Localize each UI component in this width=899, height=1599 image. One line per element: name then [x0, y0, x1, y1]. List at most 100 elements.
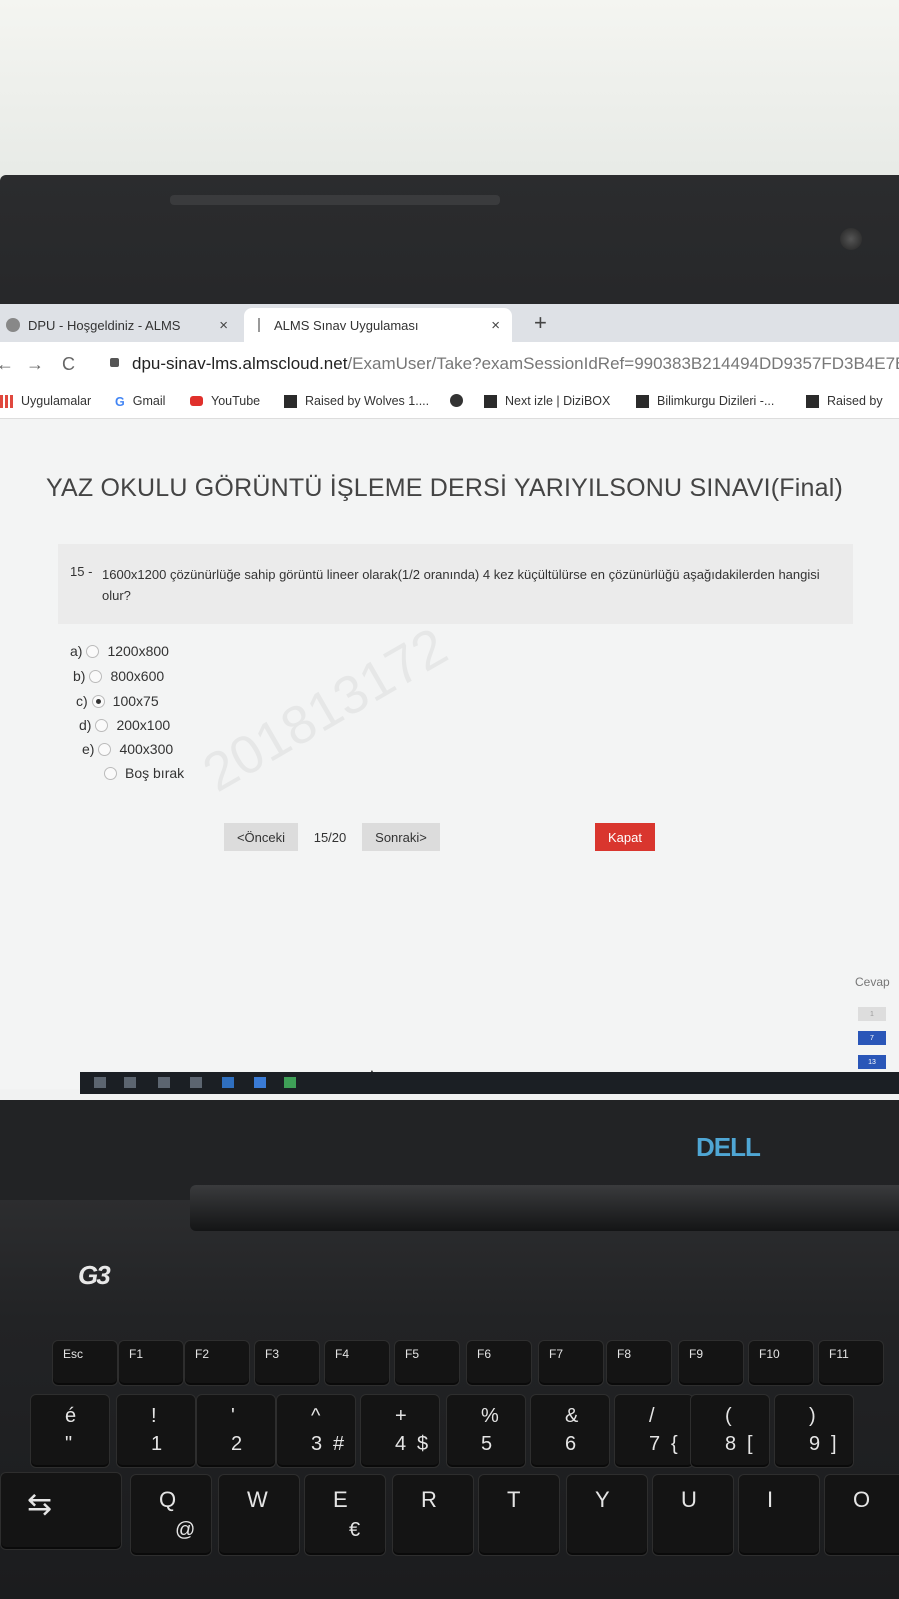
forward-icon[interactable]: → [26, 354, 44, 375]
key-f10[interactable]: F10 [748, 1340, 814, 1386]
key-y[interactable]: Y [566, 1474, 648, 1556]
bookmark-globe[interactable] [450, 394, 471, 407]
key-1[interactable]: ! 1 [116, 1394, 196, 1468]
key-w[interactable]: W [218, 1474, 300, 1556]
edge-icon[interactable] [222, 1077, 234, 1088]
key-tab[interactable]: ⇆ [0, 1472, 122, 1550]
option-text: 200x100 [116, 717, 171, 733]
key-f7[interactable]: F7 [538, 1340, 604, 1386]
option-letter: b) [73, 668, 86, 684]
url-field[interactable]: dpu-sinav-lms.almscloud.net/ExamUser/Tak… [132, 354, 899, 374]
key-label: F9 [689, 1347, 704, 1361]
key-esc[interactable]: Esc [52, 1340, 118, 1386]
key-f6[interactable]: F6 [466, 1340, 532, 1386]
key-f9[interactable]: F9 [678, 1340, 744, 1386]
radio-button[interactable] [95, 718, 109, 732]
url-path: /ExamUser/Take?examSessionIdRef=990383B2… [347, 354, 899, 373]
option-c[interactable]: c) 100x75 [76, 693, 159, 709]
key-f4[interactable]: F4 [324, 1340, 390, 1386]
key-q[interactable]: Q @ [130, 1474, 212, 1556]
key-6[interactable]: & 6 [530, 1394, 610, 1468]
tab-label: DPU - Hoşgeldiniz - ALMS [28, 317, 181, 333]
bookmark-bilimkurgu[interactable]: Bilimkurgu Dizileri -... [636, 394, 774, 408]
search-icon[interactable] [124, 1077, 136, 1088]
key-2[interactable]: ' 2 [196, 1394, 276, 1468]
key-4[interactable]: +4 $ [360, 1394, 440, 1468]
back-icon[interactable]: ← [0, 354, 14, 375]
key-o[interactable]: O [824, 1474, 899, 1556]
key-label: F6 [477, 1347, 492, 1361]
key-3[interactable]: ^ 3 # [276, 1394, 356, 1468]
key-label: F2 [195, 1347, 210, 1361]
previous-button[interactable]: <Önceki [224, 823, 298, 851]
option-d[interactable]: d) 200x100 [79, 717, 170, 733]
file-explorer-icon[interactable] [190, 1077, 202, 1088]
key-f5[interactable]: F5 [394, 1340, 460, 1386]
key-label: ( [725, 1405, 732, 1427]
key-label: F4 [335, 1347, 350, 1361]
key-u[interactable]: U [652, 1474, 734, 1556]
option-e[interactable]: e) 400x300 [82, 741, 173, 757]
option-b[interactable]: b) 800x600 [73, 668, 164, 684]
bookmark-next-izle[interactable]: Next izle | DiziBOX [484, 394, 610, 408]
key-label: U [681, 1487, 697, 1512]
store-icon[interactable] [254, 1077, 266, 1088]
reload-icon[interactable]: C [62, 354, 75, 375]
key-label: & [565, 1405, 579, 1427]
key-"[interactable]: é " [30, 1394, 110, 1468]
key-5[interactable]: % 5 [446, 1394, 526, 1468]
chrome-icon[interactable] [284, 1077, 296, 1088]
bookmark-raised-by-wolves[interactable]: Raised by Wolves 1.... [284, 394, 429, 408]
key-8[interactable]: (8 [ [690, 1394, 770, 1468]
radio-button[interactable] [86, 644, 100, 658]
tv-icon [806, 394, 819, 408]
bookmark-raised-by[interactable]: Raised by [806, 394, 883, 408]
key-label: F5 [405, 1347, 420, 1361]
option-a[interactable]: a) 1200x800 [70, 643, 169, 659]
windows-taskbar [80, 1072, 899, 1094]
key-t[interactable]: T [478, 1474, 560, 1556]
answer-cell[interactable]: 7 [858, 1031, 886, 1045]
key-label: 3 [311, 1433, 323, 1455]
key-9[interactable]: ) 9] [774, 1394, 854, 1468]
question-number: 15 - [70, 564, 93, 579]
key-i[interactable]: I [738, 1474, 820, 1556]
bookmark-apps[interactable]: Uygulamalar [0, 394, 91, 408]
radio-button[interactable] [89, 669, 103, 683]
tab-exam[interactable]: ALMS Sınav Uygulaması × [244, 308, 512, 342]
key-e[interactable]: E € [304, 1474, 386, 1556]
answer-cell[interactable]: 13 [858, 1055, 886, 1069]
option-blank[interactable]: Boş bırak [100, 765, 184, 781]
webcam [840, 228, 862, 250]
answer-panel-label: Cevap [855, 975, 890, 989]
radio-button[interactable] [98, 742, 112, 756]
next-button[interactable]: Sonraki> [362, 823, 440, 851]
windows-start-icon[interactable] [94, 1077, 106, 1088]
key-f1[interactable]: F1 [118, 1340, 184, 1386]
new-tab-button[interactable]: + [534, 310, 547, 336]
tab-dpu[interactable]: DPU - Hoşgeldiniz - ALMS × [0, 308, 240, 342]
bookmark-label: Bilimkurgu Dizileri -... [657, 394, 775, 408]
bookmark-gmail[interactable]: G Gmail [115, 394, 165, 409]
page-indicator: 15/20 [313, 829, 347, 845]
browser-tab-bar: DPU - Hoşgeldiniz - ALMS × ALMS Sınav Uy… [0, 304, 899, 342]
key-7[interactable]: / 7 { [614, 1394, 694, 1468]
key-f3[interactable]: F3 [254, 1340, 320, 1386]
globe-icon [450, 394, 463, 407]
radio-button[interactable] [104, 766, 117, 780]
key-f2[interactable]: F2 [184, 1340, 250, 1386]
bookmark-youtube[interactable]: YouTube [190, 394, 260, 408]
key-label: R [421, 1487, 437, 1512]
close-exam-button[interactable]: Kapat [595, 823, 655, 851]
key-label: Esc [63, 1347, 84, 1361]
task-view-icon[interactable] [158, 1077, 170, 1088]
key-f8[interactable]: F8 [606, 1340, 672, 1386]
key-f11[interactable]: F11 [818, 1340, 884, 1386]
key-label: [ [747, 1433, 753, 1455]
radio-button-selected[interactable] [91, 694, 105, 708]
close-icon[interactable]: × [491, 317, 500, 334]
close-icon[interactable]: × [219, 317, 228, 334]
exam-title: YAZ OKULU GÖRÜNTÜ İŞLEME DERSİ YARIYILSO… [46, 474, 844, 502]
key-r[interactable]: R [392, 1474, 474, 1556]
answer-cell[interactable]: 1 [858, 1007, 886, 1021]
